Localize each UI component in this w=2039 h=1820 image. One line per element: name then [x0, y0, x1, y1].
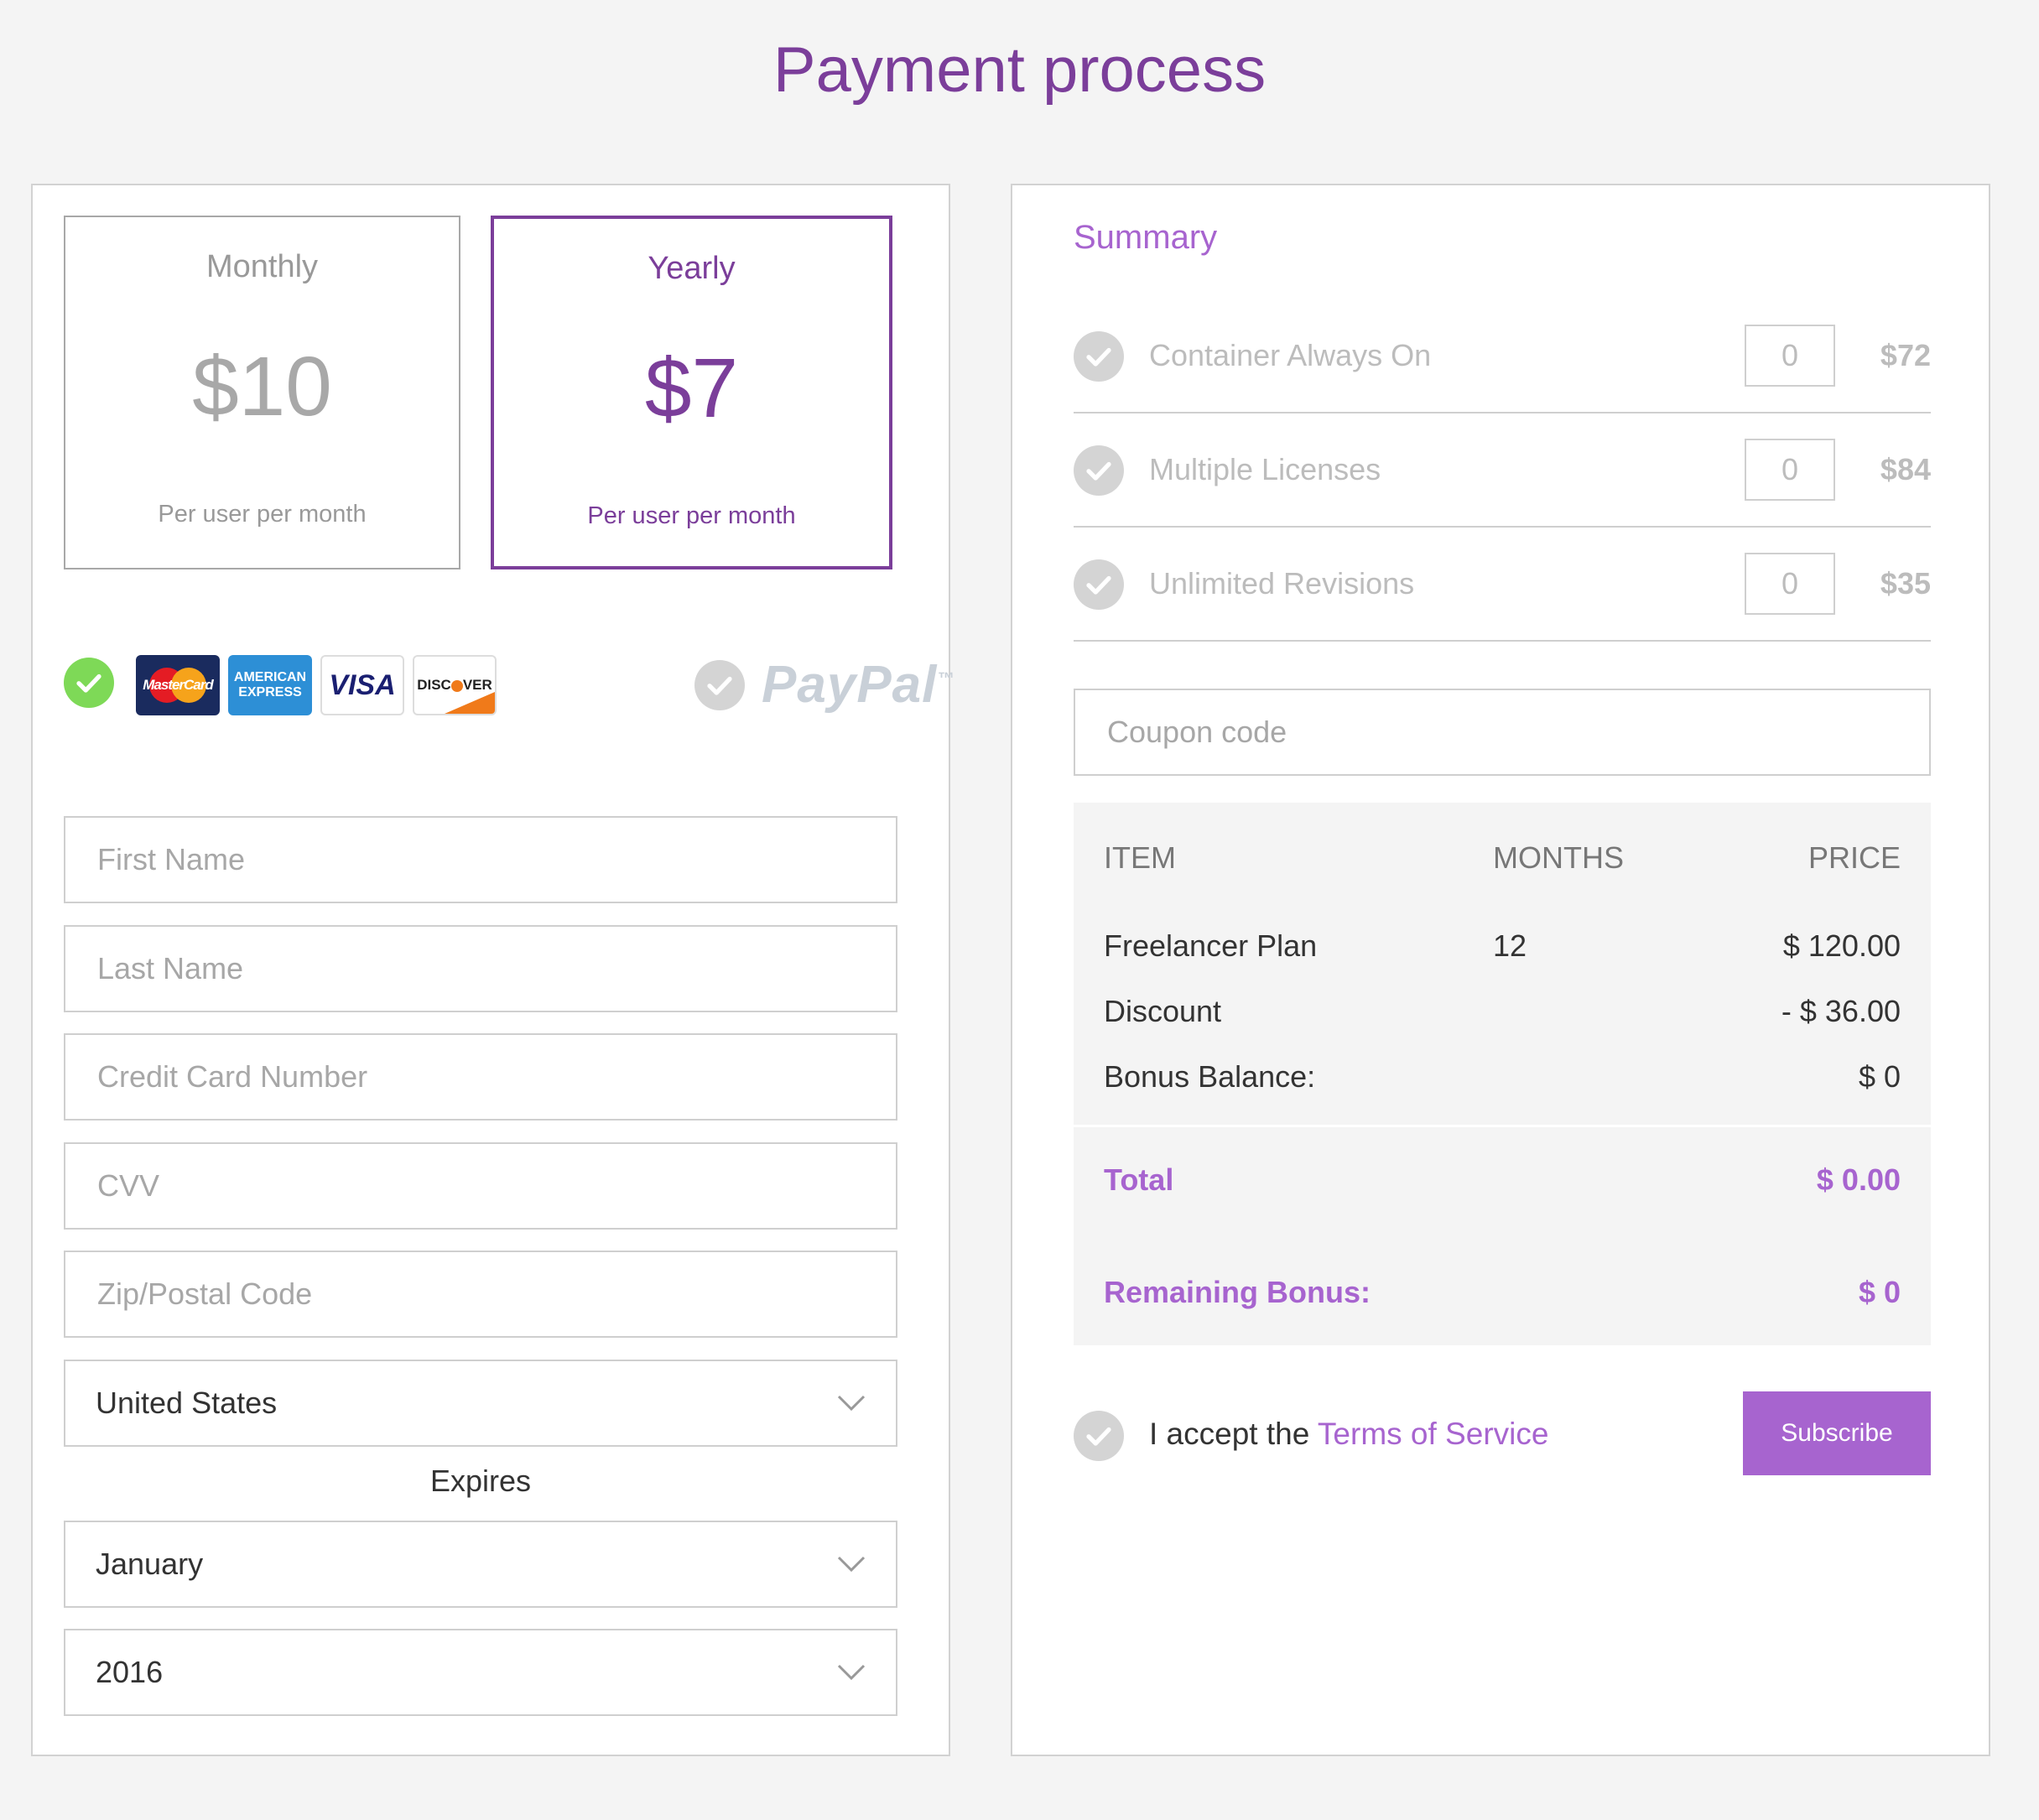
addon-price: $72 — [1880, 338, 1931, 372]
addon-quantity-input[interactable]: 0 — [1745, 439, 1835, 501]
page-title: Payment process — [772, 34, 1267, 106]
header-item: ITEM — [1104, 840, 1176, 875]
addon-check-icon[interactable] — [1074, 559, 1124, 610]
plan-note: Per user per month — [587, 502, 796, 529]
chevron-down-icon — [837, 1664, 866, 1681]
plan-card-monthly[interactable]: Monthly $10 Per user per month — [64, 216, 460, 569]
zip-field[interactable] — [64, 1251, 897, 1338]
addon-row: Multiple Licenses 0 $84 — [1074, 413, 1931, 528]
addon-check-icon[interactable] — [1074, 445, 1124, 496]
summary-title: Summary — [1074, 219, 1218, 256]
payment-methods: MasterCard AMERICAN EXPRESS VISA DISC VER… — [64, 655, 954, 739]
visa-logo-icon: VISA — [320, 655, 404, 715]
plan-price: $7 — [644, 341, 739, 435]
total-value: $ 0.00 — [1816, 1162, 1901, 1197]
chevron-down-icon — [837, 1556, 866, 1573]
remaining-bonus-value: $ 0 — [1858, 1275, 1901, 1309]
payment-form-panel: Monthly $10 Per user per month Yearly $7… — [31, 184, 954, 1756]
remaining-bonus-label: Remaining Bonus: — [1104, 1275, 1371, 1309]
expiry-year-select[interactable]: 2016 — [64, 1629, 897, 1716]
addon-row: Unlimited Revisions 0 $35 — [1074, 528, 1931, 642]
country-select[interactable]: United States — [64, 1360, 897, 1447]
addon-row: Container Always On 0 $72 — [1074, 299, 1931, 413]
terms-of-service-link[interactable]: Terms of Service — [1318, 1417, 1549, 1451]
first-name-input[interactable] — [96, 841, 866, 878]
plan-price: $10 — [192, 340, 332, 434]
mastercard-logo-icon: MasterCard — [136, 655, 220, 715]
plan-card-yearly[interactable]: Yearly $7 Per user per month — [491, 216, 892, 569]
plan-name: Yearly — [648, 251, 736, 286]
first-name-field[interactable] — [64, 816, 897, 903]
country-value: United States — [96, 1386, 278, 1420]
header-price: PRICE — [1808, 840, 1901, 875]
card-number-field[interactable] — [64, 1033, 897, 1121]
totals-box: Total $ 0.00 Remaining Bonus: $ 0 — [1074, 1127, 1931, 1345]
order-table: ITEM MONTHS PRICE Freelancer Plan 12 $ 1… — [1074, 803, 1931, 1125]
cvv-input[interactable] — [96, 1167, 866, 1204]
addon-price: $35 — [1880, 566, 1931, 601]
total-label: Total — [1104, 1162, 1174, 1197]
addon-price: $84 — [1880, 452, 1931, 486]
card-number-input[interactable] — [96, 1058, 866, 1095]
coupon-input[interactable] — [1105, 714, 1899, 751]
addon-label: Unlimited Revisions — [1149, 566, 1415, 601]
summary-panel: Summary Container Always On 0 $72 Multip… — [1011, 184, 1990, 1756]
year-value: 2016 — [96, 1655, 164, 1689]
addon-label: Multiple Licenses — [1149, 452, 1381, 486]
card-payment-check-icon[interactable] — [64, 658, 114, 708]
expires-label: Expires — [429, 1464, 532, 1498]
zip-input[interactable] — [96, 1276, 866, 1313]
coupon-field[interactable] — [1074, 689, 1931, 776]
expiry-month-select[interactable]: January — [64, 1521, 897, 1608]
discover-logo-icon: DISC VER — [413, 655, 497, 715]
paypal-logo-icon[interactable]: PayPal™ — [762, 655, 954, 715]
terms-check-icon[interactable] — [1074, 1411, 1124, 1461]
terms-text: I accept the Terms of Service — [1149, 1417, 1549, 1451]
addon-check-icon[interactable] — [1074, 331, 1124, 382]
last-name-field[interactable] — [64, 925, 897, 1012]
month-value: January — [96, 1547, 204, 1581]
addon-quantity-input[interactable]: 0 — [1745, 325, 1835, 387]
addon-quantity-input[interactable]: 0 — [1745, 553, 1835, 615]
cvv-field[interactable] — [64, 1142, 897, 1230]
plan-note: Per user per month — [158, 501, 367, 528]
amex-logo-icon: AMERICAN EXPRESS — [228, 655, 312, 715]
last-name-input[interactable] — [96, 950, 866, 987]
header-months: MONTHS — [1493, 840, 1624, 875]
chevron-down-icon — [837, 1395, 866, 1412]
addon-label: Container Always On — [1149, 338, 1432, 372]
paypal-check-icon[interactable] — [694, 660, 745, 710]
subscribe-button[interactable]: Subscribe — [1743, 1391, 1931, 1475]
plan-name: Monthly — [205, 249, 319, 284]
